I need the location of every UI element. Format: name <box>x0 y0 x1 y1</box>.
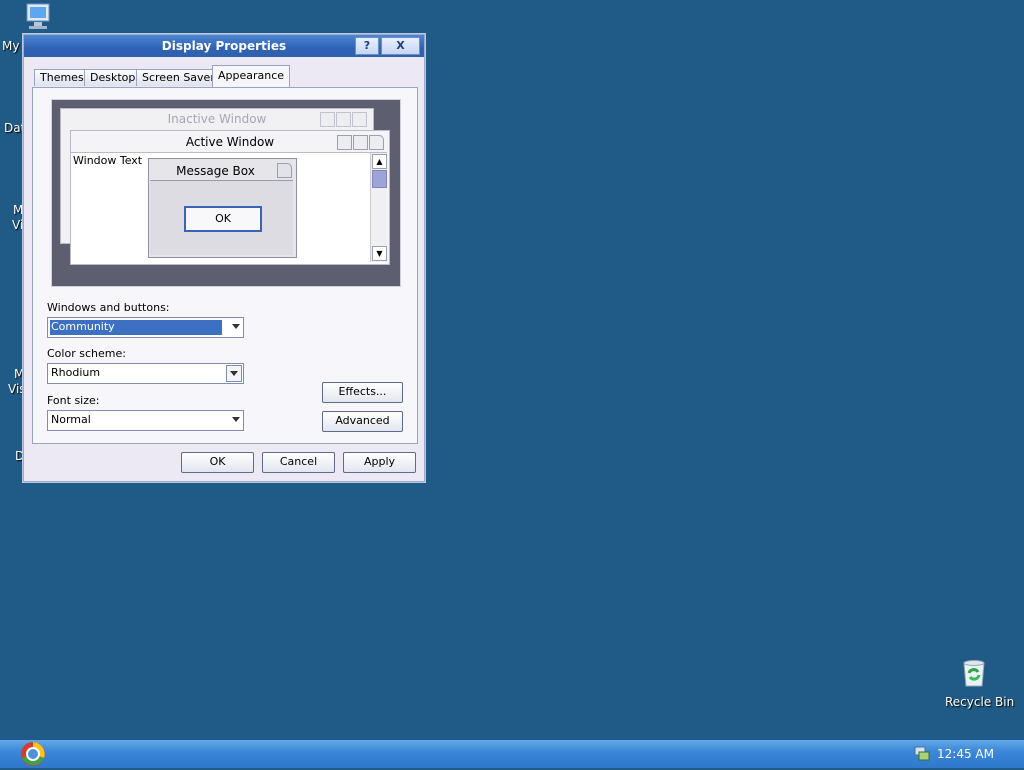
color-scheme-dropdown-button[interactable] <box>226 365 242 382</box>
active-window-preview: Active Window Window Text ▲ ▼ Message Bo… <box>70 130 390 265</box>
message-box-preview: Message Box OK <box>148 158 297 258</box>
color-scheme-label: Color scheme: <box>47 347 126 360</box>
active-maximize-icon <box>353 135 368 150</box>
recycle-bin-icon[interactable] <box>958 657 990 689</box>
taskbar: 12:45 AM <box>0 740 1024 768</box>
network-tray-icon[interactable] <box>914 745 930 761</box>
ok-button[interactable]: OK <box>181 452 254 473</box>
windows-buttons-value: Community <box>51 320 115 333</box>
message-box-close-icon <box>277 163 292 178</box>
clock[interactable]: 12:45 AM <box>937 747 994 761</box>
window-text-label: Window Text <box>73 154 143 167</box>
appearance-panel: Inactive Window Active Window Window Tex… <box>32 87 418 444</box>
help-button[interactable]: ? <box>355 37 379 55</box>
desktop-icon-label-vi[interactable]: Vi <box>12 218 23 232</box>
scroll-thumb <box>372 170 387 188</box>
tab-themes[interactable]: Themes <box>34 69 90 86</box>
tab-screen-saver[interactable]: Screen Saver <box>136 69 221 86</box>
apply-button[interactable]: Apply <box>343 452 416 473</box>
font-size-label: Font size: <box>47 394 100 407</box>
windows-buttons-label: Windows and buttons: <box>47 301 170 314</box>
message-box-body: OK <box>150 180 293 255</box>
active-close-icon <box>369 135 384 150</box>
tab-desktop[interactable]: Desktop <box>84 69 142 86</box>
windows-buttons-select[interactable]: Community <box>47 317 244 338</box>
advanced-button[interactable]: Advanced <box>322 411 403 432</box>
inactive-minimize-icon <box>320 112 335 127</box>
font-size-value: Normal <box>51 413 91 426</box>
start-orb-icon <box>21 742 45 766</box>
chevron-down-icon <box>232 417 240 422</box>
my-computer-icon[interactable] <box>22 2 56 32</box>
recycle-bin-label[interactable]: Recycle Bin <box>945 695 1014 709</box>
chevron-down-icon <box>230 371 238 376</box>
chevron-down-icon <box>232 324 240 329</box>
start-button[interactable] <box>18 741 48 767</box>
preview-scrollbar: ▲ ▼ <box>370 153 387 262</box>
font-size-select[interactable]: Normal <box>47 410 244 431</box>
appearance-preview: Inactive Window Active Window Window Tex… <box>51 99 401 287</box>
desktop-icon-label-my-computer[interactable]: My <box>2 39 19 53</box>
inactive-maximize-icon <box>336 112 351 127</box>
effects-button[interactable]: Effects... <box>322 382 403 403</box>
tab-appearance[interactable]: Appearance <box>212 65 291 87</box>
color-scheme-select[interactable]: Rhodium <box>47 363 244 384</box>
active-window-client: Window Text ▲ ▼ Message Box OK <box>71 152 387 264</box>
message-box-ok-button: OK <box>184 206 262 232</box>
scroll-down-arrow-icon: ▼ <box>372 246 387 261</box>
display-properties-dialog: Display Properties ? X Themes Desktop Sc… <box>23 34 425 482</box>
cancel-button[interactable]: Cancel <box>262 452 335 473</box>
close-button[interactable]: X <box>381 37 420 55</box>
dialog-titlebar[interactable]: Display Properties ? X <box>24 35 424 57</box>
desktop-icon-label-m1[interactable]: M <box>13 203 23 217</box>
message-box-title: Message Box <box>176 164 255 178</box>
inactive-close-icon <box>352 112 367 127</box>
active-minimize-icon <box>337 135 352 150</box>
scroll-up-arrow-icon: ▲ <box>372 154 387 169</box>
color-scheme-value: Rhodium <box>51 366 101 379</box>
